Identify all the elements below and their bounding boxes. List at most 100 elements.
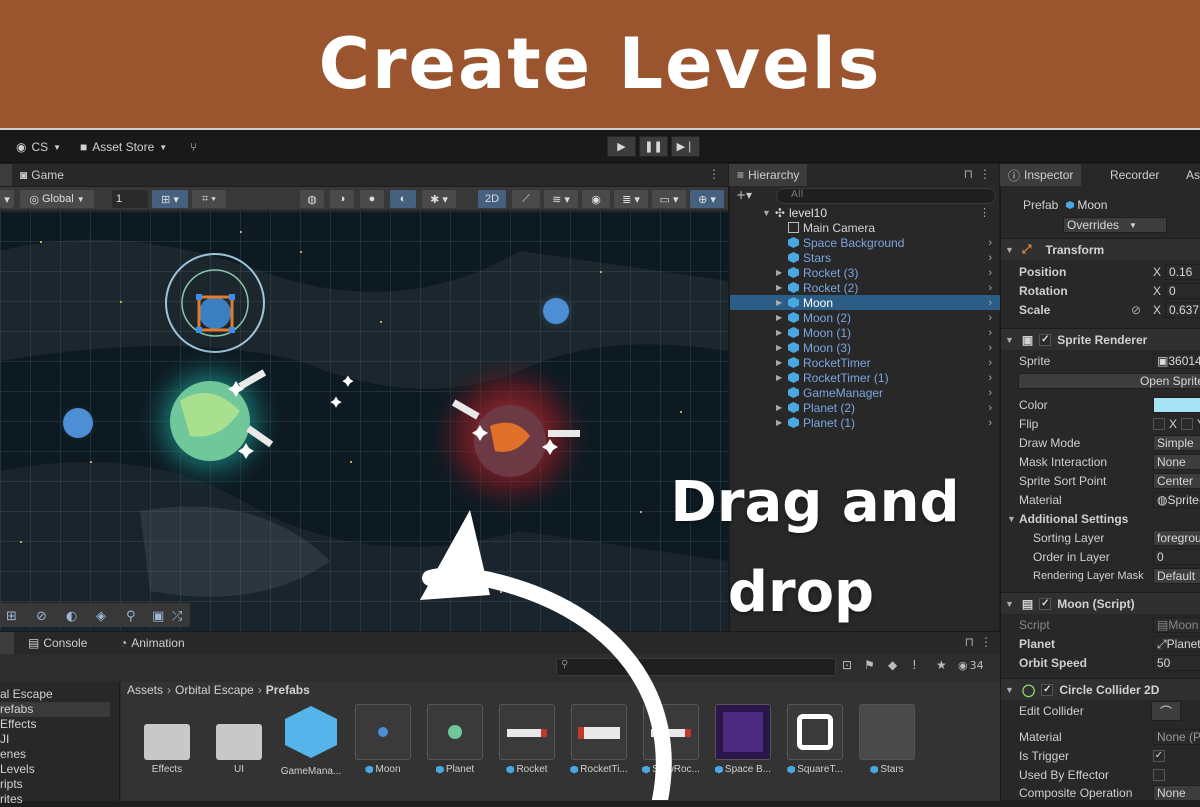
- color-swatch[interactable]: [1153, 397, 1200, 413]
- is-trigger-checkbox[interactable]: ✓: [1153, 750, 1165, 762]
- enabled-checkbox[interactable]: ✓: [1039, 597, 1052, 610]
- chevron-right-icon[interactable]: ▶: [776, 313, 782, 322]
- open-prefab-icon[interactable]: ›: [988, 372, 992, 384]
- lock-icon[interactable]: ⊓: [964, 167, 973, 181]
- open-sprite-editor-button[interactable]: Open Sprite: [1018, 373, 1200, 389]
- planet-field[interactable]: ⤢ Planet: [1153, 636, 1200, 652]
- warning-icon[interactable]: !: [912, 658, 917, 672]
- used-by-effector-checkbox[interactable]: [1153, 769, 1165, 781]
- chevron-right-icon[interactable]: ▶: [776, 403, 782, 412]
- material-field[interactable]: ◍ Sprite-: [1153, 492, 1200, 508]
- moon-script-header[interactable]: ▼ ▤ ✓ Moon (Script): [1001, 592, 1200, 614]
- hierarchy-item[interactable]: Space Background ›: [730, 235, 1000, 250]
- draw-mode-dropdown[interactable]: Simple: [1153, 435, 1200, 451]
- position-x-field[interactable]: 0.16: [1165, 264, 1200, 280]
- tab-project[interactable]: [0, 632, 14, 654]
- tab-hierarchy[interactable]: ≡ Hierarchy: [729, 164, 808, 186]
- hierarchy-item[interactable]: GameManager ›: [730, 385, 1000, 400]
- audio-effects-button[interactable]: ≋ ▾: [544, 190, 578, 208]
- project-tree-item[interactable]: al Escape: [0, 687, 110, 702]
- search-by-type-icon[interactable]: ⊡: [842, 658, 852, 672]
- global-dropdown[interactable]: ◎ Global ▼: [20, 190, 94, 208]
- circle-collider-header[interactable]: ▼ ◯ ✓ Circle Collider 2D: [1001, 678, 1200, 700]
- more-options-icon[interactable]: ⋮: [979, 206, 990, 219]
- asset-store-dropdown[interactable]: ■ Asset Store ▼: [80, 137, 167, 157]
- lighting-toggle-icon[interactable]: ⟋: [512, 190, 540, 208]
- project-tree-item[interactable]: Levels: [0, 762, 110, 777]
- sprite-renderer-header[interactable]: ▼ ▣ ✓ Sprite Renderer: [1001, 328, 1200, 350]
- hierarchy-item[interactable]: ▶ Rocket (2) ›: [730, 280, 1000, 295]
- scale-x-field[interactable]: 0.637: [1165, 302, 1200, 318]
- link-icon[interactable]: ⊘: [1131, 303, 1141, 317]
- orbit-speed-field[interactable]: 50: [1153, 655, 1200, 671]
- sorting-layer-dropdown[interactable]: foregrou: [1153, 530, 1200, 546]
- project-tree-item[interactable]: Effects: [0, 717, 110, 732]
- sprite-field[interactable]: ▣ 36014: [1153, 353, 1200, 369]
- asset-item[interactable]: UI: [209, 704, 269, 784]
- open-prefab-icon[interactable]: ›: [988, 237, 992, 249]
- breadcrumb-assets[interactable]: Assets: [127, 683, 163, 697]
- enabled-checkbox[interactable]: ✓: [1041, 683, 1054, 696]
- hierarchy-item[interactable]: ▶ Moon (3) ›: [730, 340, 1000, 355]
- shaded-icon[interactable]: ●: [360, 190, 384, 208]
- rocket-sprite[interactable]: [548, 430, 580, 437]
- play-button[interactable]: ▶: [607, 136, 636, 157]
- chevron-right-icon[interactable]: ▶: [776, 283, 782, 292]
- open-prefab-icon[interactable]: ›: [988, 312, 992, 324]
- rendering-mask-dropdown[interactable]: Default: [1153, 568, 1200, 584]
- project-tree-item[interactable]: JI: [0, 732, 110, 747]
- scene-root-row[interactable]: ▼ ✣ level10 ⋮: [730, 205, 1000, 220]
- sort-point-dropdown[interactable]: Center: [1153, 473, 1200, 489]
- chevron-right-icon[interactable]: ▶: [776, 373, 782, 382]
- moon-blue[interactable]: [543, 298, 569, 324]
- open-prefab-icon[interactable]: ›: [988, 417, 992, 429]
- tab-other[interactable]: As: [1178, 164, 1200, 186]
- chevron-right-icon[interactable]: ▶: [776, 328, 782, 337]
- open-prefab-icon[interactable]: ›: [988, 282, 992, 294]
- open-prefab-icon[interactable]: ›: [988, 267, 992, 279]
- shaded-wire-icon[interactable]: ◑: [330, 190, 354, 208]
- hierarchy-item[interactable]: ▶ RocketTimer (1) ›: [730, 370, 1000, 385]
- flip-y-checkbox[interactable]: [1181, 418, 1193, 430]
- tab-game[interactable]: ◙ Game: [12, 164, 72, 186]
- moon-blue[interactable]: [63, 408, 93, 438]
- grid-size-input[interactable]: 1: [112, 190, 148, 208]
- tab-animation[interactable]: ◔ Animation: [112, 632, 193, 654]
- chevron-right-icon[interactable]: ▶: [776, 268, 782, 277]
- project-tree-item[interactable]: ripts: [0, 777, 110, 792]
- gizmos-button[interactable]: ⊕ ▾: [690, 190, 724, 208]
- mode-2d-button[interactable]: 2D: [478, 190, 506, 208]
- snap-increment-button[interactable]: ⌗ ▾: [192, 190, 226, 208]
- asset-item[interactable]: Effects: [137, 704, 197, 784]
- collider-material-field[interactable]: None (Ph: [1153, 729, 1200, 745]
- grid-snap-button[interactable]: ⊞ ▾: [152, 190, 188, 208]
- hierarchy-item[interactable]: ▶ Rocket (3) ›: [730, 265, 1000, 280]
- pivot-dropdown[interactable]: ▾: [0, 190, 14, 208]
- prefab-field[interactable]: Moon: [1063, 197, 1200, 213]
- pause-button[interactable]: ❚❚: [639, 136, 668, 157]
- tab-inspector[interactable]: ⓘ Inspector: [1000, 164, 1082, 186]
- hierarchy-item[interactable]: Main Camera: [730, 220, 1000, 235]
- visibility-eye-icon[interactable]: ◉: [582, 190, 610, 208]
- tab-scene[interactable]: [0, 164, 12, 186]
- overrides-dropdown[interactable]: Overrides ▼: [1063, 217, 1167, 233]
- account-dropdown[interactable]: ◉ CS ▼: [16, 137, 61, 157]
- project-tree-item[interactable]: refabs: [0, 702, 110, 717]
- hierarchy-item[interactable]: ▶ Moon (2) ›: [730, 310, 1000, 325]
- tag-icon[interactable]: ◆: [888, 658, 897, 672]
- chevron-right-icon[interactable]: ▶: [776, 418, 782, 427]
- flip-x-checkbox[interactable]: [1153, 418, 1165, 430]
- transform-header[interactable]: ▼ ⤢ Transform: [1001, 238, 1200, 260]
- add-object-button[interactable]: +▾: [736, 188, 752, 202]
- hierarchy-search-input[interactable]: All: [776, 188, 996, 204]
- open-prefab-icon[interactable]: ›: [988, 387, 992, 399]
- hierarchy-item[interactable]: ▶ Planet (2) ›: [730, 400, 1000, 415]
- chevron-right-icon[interactable]: ▶: [776, 298, 782, 307]
- enabled-checkbox[interactable]: ✓: [1039, 333, 1052, 346]
- asset-item[interactable]: GameMana...: [281, 704, 341, 784]
- asset-item[interactable]: Space B...: [713, 704, 773, 784]
- more-options-icon[interactable]: ⋮: [979, 167, 991, 181]
- wire-icon[interactable]: ◍: [300, 190, 324, 208]
- tab-console[interactable]: ▤ Console: [20, 632, 95, 654]
- asset-item[interactable]: Stars: [857, 704, 917, 784]
